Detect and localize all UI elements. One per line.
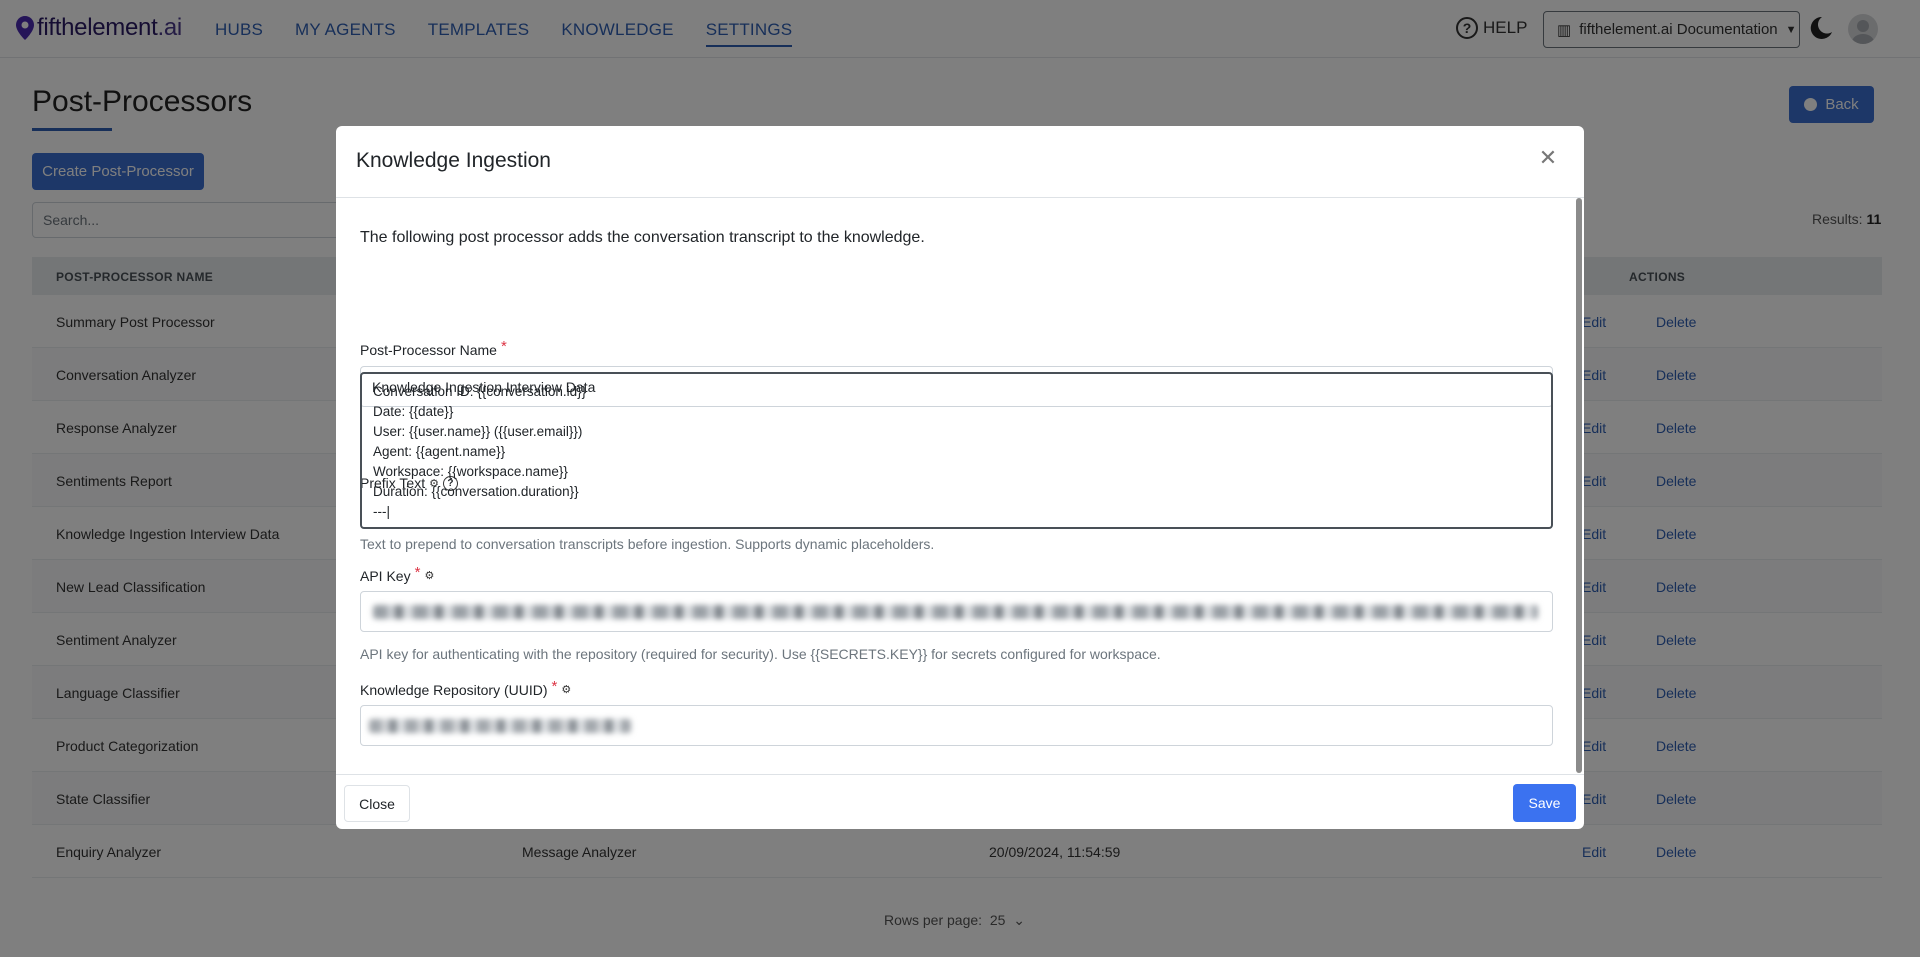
close-button[interactable]: Close <box>344 785 410 822</box>
gear-icon[interactable]: ⚙ <box>561 683 571 696</box>
prefix-help-text: Text to prepend to conversation transcri… <box>360 536 935 552</box>
modal-footer: Close Save <box>336 774 1584 829</box>
required-asterisk: * <box>551 678 558 695</box>
masked-repository-uuid <box>369 719 631 733</box>
modal-intro: The following post processor adds the co… <box>360 229 925 246</box>
modal-header: Knowledge Ingestion ✕ <box>336 126 1584 198</box>
name-label: Post-Processor Name * <box>360 338 507 358</box>
api-key-label: API Key * ⚙ <box>360 564 435 584</box>
repository-uuid-field[interactable] <box>360 705 1553 746</box>
prefix-text-area[interactable]: Conversation ID: {{conversation.id}} Dat… <box>360 372 1553 529</box>
gear-icon[interactable]: ⚙ <box>424 569 434 582</box>
save-button[interactable]: Save <box>1513 784 1576 822</box>
repository-label: Knowledge Repository (UUID) * ⚙ <box>360 678 572 698</box>
required-asterisk: * <box>414 564 421 581</box>
modal-scrollbar[interactable] <box>1576 198 1583 773</box>
api-key-field[interactable] <box>360 591 1553 632</box>
close-icon[interactable]: ✕ <box>1538 147 1558 169</box>
knowledge-ingestion-modal: Knowledge Ingestion ✕ The following post… <box>336 126 1584 829</box>
required-asterisk: * <box>500 338 507 355</box>
modal-title: Knowledge Ingestion <box>356 149 551 172</box>
api-key-help-text: API key for authenticating with the repo… <box>360 646 1161 662</box>
masked-api-key <box>373 605 1538 619</box>
